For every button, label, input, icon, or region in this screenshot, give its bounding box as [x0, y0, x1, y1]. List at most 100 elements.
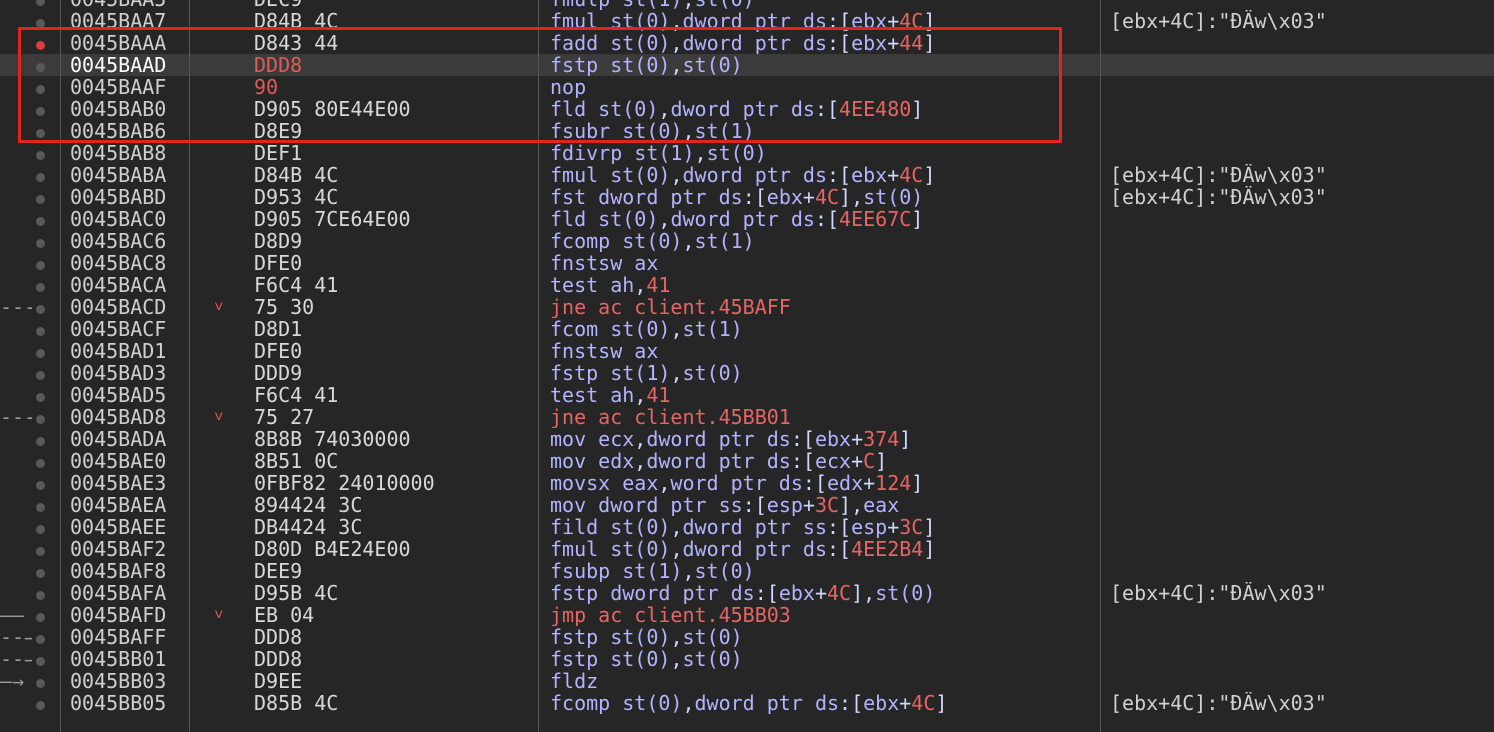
disasm-row[interactable]: 0045BAD3 DDD9 fstp st(1),st(0) [0, 362, 1494, 384]
address-cell[interactable]: 0045BAE0 [70, 450, 188, 472]
comment-cell[interactable] [1110, 560, 1490, 582]
comment-cell[interactable] [1110, 120, 1490, 142]
instruction-cell[interactable]: fnstsw ax [550, 252, 1095, 274]
breakpoint-toggle[interactable] [36, 186, 50, 208]
comment-cell[interactable] [1110, 604, 1490, 626]
breakpoint-toggle[interactable] [36, 362, 50, 384]
address-cell[interactable]: 0045BAAD [70, 54, 188, 76]
breakpoint-toggle[interactable] [36, 406, 50, 428]
breakpoint-toggle[interactable] [36, 340, 50, 362]
address-cell[interactable]: 0045BAC8 [70, 252, 188, 274]
instruction-cell[interactable]: jne ac_client.45BAFF [550, 296, 1095, 318]
disasm-row[interactable]: 0045BAAD DDD8 fstp st(0),st(0) [0, 54, 1494, 76]
disasm-row[interactable]: 0045BAEA 894424 3C mov dword ptr ss:[esp+3… [0, 494, 1494, 516]
disasm-row[interactable]: --→ 0045BAFF DDD8 fstp st(0),st(0) [0, 626, 1494, 648]
bytes-cell[interactable]: D9EE [254, 670, 534, 692]
disasm-row[interactable]: 0045BAC0 D905 7CE64E00 fld st(0),dword ptr… [0, 208, 1494, 230]
bytes-cell[interactable]: DDD9 [254, 362, 534, 384]
disasm-row[interactable]: 0045BAAF 90 nop [0, 76, 1494, 98]
instruction-cell[interactable]: fstp st(1),st(0) [550, 362, 1095, 384]
address-cell[interactable]: 0045BAEE [70, 516, 188, 538]
disasm-row[interactable]: 0045BAFA D95B 4C fstp dword ptr ds:[ebx+4C… [0, 582, 1494, 604]
breakpoint-toggle[interactable] [36, 582, 50, 604]
bytes-cell[interactable]: DEC9 [254, 0, 534, 10]
comment-cell[interactable] [1110, 626, 1490, 648]
instruction-cell[interactable]: jmp ac_client.45BB03 [550, 604, 1095, 626]
address-cell[interactable]: 0045BAD1 [70, 340, 188, 362]
instruction-cell[interactable]: fcomp st(0),dword ptr ds:[ebx+4C] [550, 692, 1095, 714]
instruction-cell[interactable]: fsubr st(0),st(1) [550, 120, 1095, 142]
disasm-row[interactable]: 0045BAF8 DEE9 fsubp st(1),st(0) [0, 560, 1494, 582]
comment-cell[interactable]: [ebx+4C]:"ĐÄw\x03" [1110, 582, 1490, 604]
breakpoint-toggle[interactable] [36, 0, 50, 10]
disasm-row[interactable]: 0045BAB6 D8E9 fsubr st(0),st(1) [0, 120, 1494, 142]
bytes-cell[interactable]: 75 27 [254, 406, 534, 428]
address-cell[interactable]: 0045BAEA [70, 494, 188, 516]
instruction-cell[interactable]: fstp st(0),st(0) [550, 648, 1095, 670]
bytes-cell[interactable]: D8E9 [254, 120, 534, 142]
bytes-cell[interactable]: DDD8 [254, 54, 534, 76]
disasm-row[interactable]: —→ 0045BB03 D9EE fldz [0, 670, 1494, 692]
instruction-cell[interactable]: fstp st(0),st(0) [550, 626, 1095, 648]
comment-cell[interactable] [1110, 32, 1490, 54]
disasm-row[interactable]: 0045BAEE DB4424 3C fild st(0),dword ptr ss… [0, 516, 1494, 538]
breakpoint-toggle[interactable] [36, 120, 50, 142]
instruction-cell[interactable]: fdivrp st(1),st(0) [550, 142, 1095, 164]
disasm-row[interactable]: 0045BAE0 8B51 0C mov edx,dword ptr ds:[ecx… [0, 450, 1494, 472]
breakpoint-toggle[interactable] [36, 670, 50, 692]
breakpoint-toggle[interactable] [36, 142, 50, 164]
instruction-cell[interactable]: mov dword ptr ss:[esp+3C],eax [550, 494, 1095, 516]
disasm-row[interactable]: 0045BAAA D843 44 fadd st(0),dword ptr ds:[… [0, 32, 1494, 54]
address-cell[interactable]: 0045BAE3 [70, 472, 188, 494]
disasm-row[interactable]: 0045BAD1 DFE0 fnstsw ax [0, 340, 1494, 362]
comment-cell[interactable]: [ebx+4C]:"ĐÄw\x03" [1110, 692, 1490, 714]
breakpoint-toggle[interactable] [36, 10, 50, 32]
comment-cell[interactable] [1110, 208, 1490, 230]
bytes-cell[interactable]: 90 [254, 76, 534, 98]
address-cell[interactable]: 0045BAD8 [70, 406, 188, 428]
instruction-cell[interactable]: fmulp st(1),st(0) [550, 0, 1095, 10]
address-cell[interactable]: 0045BAA5 [70, 0, 188, 10]
disasm-row[interactable]: 0045BAC8 DFE0 fnstsw ax [0, 252, 1494, 274]
address-cell[interactable]: 0045BAC0 [70, 208, 188, 230]
breakpoint-toggle[interactable] [36, 54, 50, 76]
comment-cell[interactable] [1110, 428, 1490, 450]
breakpoint-toggle[interactable] [36, 76, 50, 98]
breakpoint-toggle[interactable] [36, 384, 50, 406]
breakpoint-toggle[interactable] [36, 164, 50, 186]
address-cell[interactable]: 0045BB01 [70, 648, 188, 670]
bytes-cell[interactable]: DEF1 [254, 142, 534, 164]
breakpoint-toggle[interactable] [36, 318, 50, 340]
bytes-cell[interactable]: D843 44 [254, 32, 534, 54]
bytes-cell[interactable]: 894424 3C [254, 494, 534, 516]
address-cell[interactable]: 0045BAD3 [70, 362, 188, 384]
instruction-cell[interactable]: fild st(0),dword ptr ss:[esp+3C] [550, 516, 1095, 538]
comment-cell[interactable] [1110, 516, 1490, 538]
disasm-row[interactable]: 0045BB05 D85B 4C fcomp st(0),dword ptr ds:… [0, 692, 1494, 714]
bytes-cell[interactable]: D95B 4C [254, 582, 534, 604]
bytes-cell[interactable]: EB 04 [254, 604, 534, 626]
address-cell[interactable]: 0045BB03 [70, 670, 188, 692]
breakpoint-toggle[interactable] [36, 98, 50, 120]
bytes-cell[interactable]: D80D B4E24E00 [254, 538, 534, 560]
address-cell[interactable]: 0045BAB6 [70, 120, 188, 142]
breakpoint-toggle[interactable] [36, 494, 50, 516]
address-cell[interactable]: 0045BAAF [70, 76, 188, 98]
breakpoint-toggle[interactable] [36, 604, 50, 626]
disasm-row[interactable]: 0045BAA5 DEC9 fmulp st(1),st(0) [0, 0, 1494, 10]
instruction-cell[interactable]: fld st(0),dword ptr ds:[4EE67C] [550, 208, 1095, 230]
disasm-row[interactable]: 0045BACA F6C4 41 test ah,41 [0, 274, 1494, 296]
address-cell[interactable]: 0045BACD [70, 296, 188, 318]
comment-cell[interactable] [1110, 670, 1490, 692]
bytes-cell[interactable]: F6C4 41 [254, 384, 534, 406]
disasm-row[interactable]: 0045BAD5 F6C4 41 test ah,41 [0, 384, 1494, 406]
instruction-cell[interactable]: test ah,41 [550, 274, 1095, 296]
instruction-cell[interactable]: jne ac_client.45BB01 [550, 406, 1095, 428]
instruction-cell[interactable]: mov ecx,dword ptr ds:[ebx+374] [550, 428, 1095, 450]
comment-cell[interactable] [1110, 450, 1490, 472]
bytes-cell[interactable]: D85B 4C [254, 692, 534, 714]
disasm-row[interactable]: 0045BAE3 0FBF82 24010000 movsx eax,word pt… [0, 472, 1494, 494]
address-cell[interactable]: 0045BAAA [70, 32, 188, 54]
instruction-cell[interactable]: nop [550, 76, 1095, 98]
address-cell[interactable]: 0045BAFA [70, 582, 188, 604]
